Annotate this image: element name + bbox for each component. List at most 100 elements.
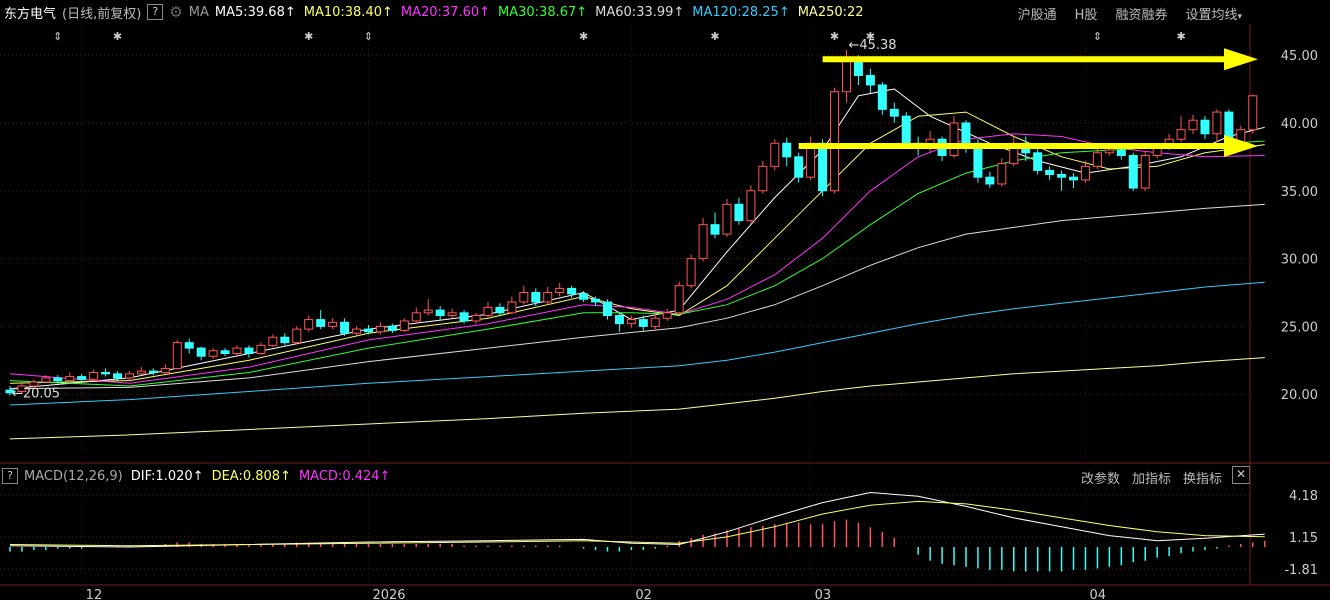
arrow-head xyxy=(1224,48,1258,71)
candle-down xyxy=(985,176,995,185)
time-tick-label: 02 xyxy=(635,588,652,600)
candle-down xyxy=(961,122,971,144)
candle-down xyxy=(579,293,589,300)
candle-down xyxy=(459,312,469,322)
candle-up xyxy=(674,285,684,314)
candle-down xyxy=(1057,173,1067,178)
candle-down xyxy=(1033,152,1043,171)
ma-line-ma250 xyxy=(9,357,1265,440)
candle-up xyxy=(1248,95,1258,131)
candle-up xyxy=(770,142,780,167)
candle-down xyxy=(363,328,373,333)
ma-line-ma60 xyxy=(9,203,1265,390)
time-tick-label: 12 xyxy=(86,588,103,600)
candle-up xyxy=(507,301,517,314)
candle-up xyxy=(1212,111,1222,135)
time-tick-label: 2026 xyxy=(372,588,405,600)
candle-up xyxy=(746,190,756,222)
candle-down xyxy=(77,376,87,380)
candle-up xyxy=(841,57,851,93)
event-marker-icon: ⇕ xyxy=(364,30,373,43)
candle-down xyxy=(638,319,648,327)
candle-down xyxy=(1069,176,1079,181)
candle-down xyxy=(877,84,887,110)
candle-down xyxy=(184,342,194,349)
macd-tick-label: 4.18 xyxy=(1289,489,1318,504)
candle-down xyxy=(710,224,720,235)
candle-down xyxy=(1200,119,1210,135)
event-marker-icon: ⇕ xyxy=(53,30,62,43)
candle-up xyxy=(698,224,708,260)
candle-up xyxy=(399,320,409,331)
candle-up xyxy=(160,367,170,373)
candle-up xyxy=(304,319,314,330)
candle-down xyxy=(101,371,111,375)
candle-up xyxy=(292,328,302,344)
candle-down xyxy=(495,306,505,314)
event-marker-icon: ✱ xyxy=(866,30,875,43)
candle-up xyxy=(722,203,732,235)
candle-down xyxy=(196,347,206,357)
candle-up xyxy=(483,306,493,317)
time-tick-label: 04 xyxy=(1089,588,1106,600)
candle-down xyxy=(614,315,624,325)
candle-up xyxy=(65,376,75,382)
candle-down xyxy=(244,347,254,355)
candle-up xyxy=(268,336,278,346)
event-marker-icon: ✱ xyxy=(113,30,122,43)
candle-up xyxy=(686,258,696,287)
event-marker-icon: ✱ xyxy=(710,30,719,43)
candle-down xyxy=(889,108,899,117)
candle-up xyxy=(41,377,51,383)
candlestick-chart[interactable]: 20.00 25.00 30.00 35.00 40.00 45.00 4.18 1.15 -1… xyxy=(0,0,1330,600)
candle-up xyxy=(1188,119,1198,131)
candle-down xyxy=(220,350,230,355)
ma-line-ma5 xyxy=(9,88,1265,390)
time-tick-label: 03 xyxy=(815,588,832,600)
candle-up xyxy=(124,373,134,379)
candle-down xyxy=(1045,169,1055,175)
candle-down xyxy=(567,287,577,295)
candle-down xyxy=(531,291,541,303)
candle-up xyxy=(208,350,218,357)
candle-down xyxy=(602,301,612,317)
price-tick-label: 40.00 xyxy=(1281,117,1318,132)
candle-down xyxy=(387,325,397,331)
candle-up xyxy=(650,317,660,327)
macd-tick-label: 1.15 xyxy=(1289,531,1318,546)
candle-up xyxy=(423,309,433,314)
price-tick-label: 30.00 xyxy=(1281,253,1318,268)
candle-down xyxy=(340,321,350,334)
event-marker-icon: ✱ xyxy=(579,30,588,43)
candle-up xyxy=(471,315,481,322)
candle-down xyxy=(1128,154,1138,189)
candle-up xyxy=(1104,149,1114,154)
ma-line-ma120 xyxy=(9,281,1265,406)
candle-down xyxy=(435,309,445,317)
candle-down xyxy=(734,203,744,222)
candle-up xyxy=(89,371,99,380)
candle-up xyxy=(1092,152,1102,167)
candle-up xyxy=(447,312,457,317)
candle-down xyxy=(1116,149,1126,156)
candle-up xyxy=(626,319,636,325)
candle-up xyxy=(758,165,768,192)
candle-up xyxy=(949,122,959,156)
price-tick-label: 20.00 xyxy=(1281,388,1318,403)
candle-up xyxy=(29,381,39,387)
candle-down xyxy=(794,156,804,178)
candle-down xyxy=(818,142,828,192)
candle-up xyxy=(352,328,362,334)
candle-down xyxy=(865,74,875,86)
dea-line xyxy=(9,500,1265,547)
event-marker-icon: ✱ xyxy=(304,30,313,43)
candle-down xyxy=(782,142,792,158)
candle-up xyxy=(830,91,840,192)
candle-up xyxy=(555,287,565,293)
candle-down xyxy=(280,336,290,344)
candle-down xyxy=(113,373,123,379)
price-tick-label: 35.00 xyxy=(1281,185,1318,200)
candle-up xyxy=(411,312,421,322)
macd-tick-label: -1.81 xyxy=(1284,563,1318,578)
candle-up xyxy=(232,347,242,355)
